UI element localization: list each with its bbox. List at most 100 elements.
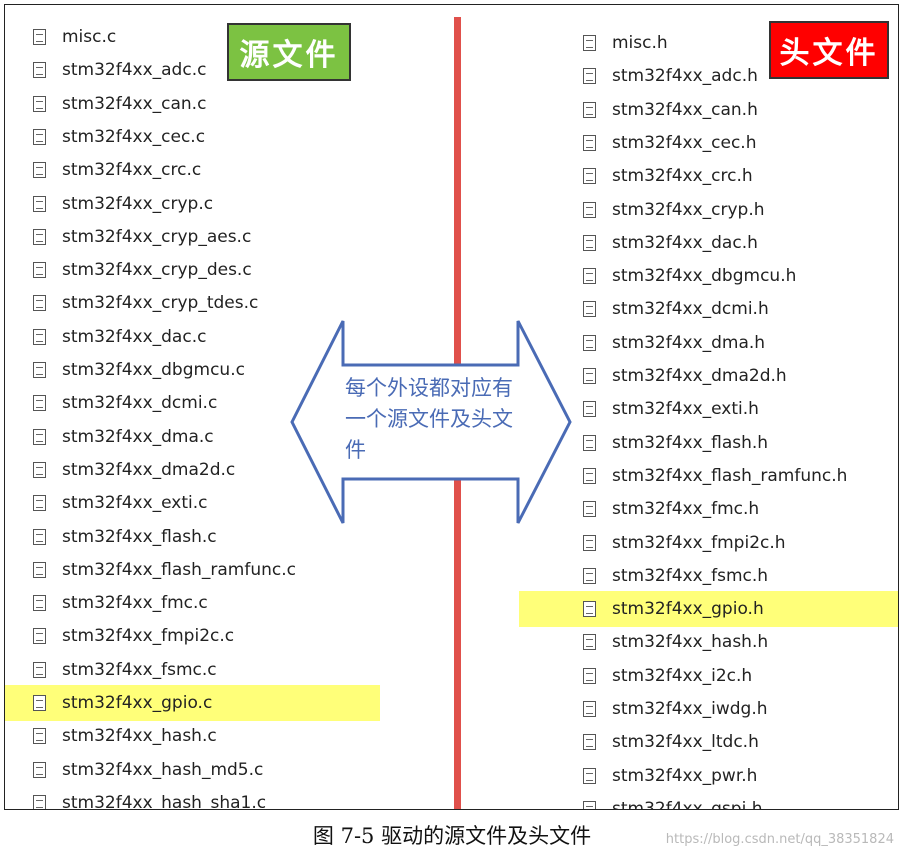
file-list-item[interactable]: stm32f4xx_hash.c (33, 722, 217, 750)
file-list-item[interactable]: stm32f4xx_adc.h (583, 62, 758, 90)
file-list-item[interactable]: stm32f4xx_can.c (33, 90, 206, 118)
file-icon (33, 262, 46, 279)
file-list-item[interactable]: stm32f4xx_flash_ramfunc.h (583, 462, 847, 490)
file-name: stm32f4xx_dcmi.c (62, 393, 218, 414)
file-icon (583, 501, 596, 518)
file-list-item[interactable]: stm32f4xx_ltdc.h (583, 728, 759, 756)
file-list-item[interactable]: stm32f4xx_dma2d.h (583, 362, 787, 390)
file-list-item[interactable]: stm32f4xx_hash_sha1.c (33, 789, 266, 809)
file-list-item[interactable]: stm32f4xx_fsmc.h (583, 562, 768, 590)
header-files-tag: 头文件 (769, 21, 889, 79)
file-list-item[interactable]: stm32f4xx_can.h (583, 96, 758, 124)
file-list-item[interactable]: stm32f4xx_fmpi2c.c (33, 622, 234, 650)
file-name: stm32f4xx_cryp.c (62, 193, 214, 214)
file-icon (583, 800, 596, 809)
file-icon (583, 201, 596, 218)
file-list-item[interactable]: stm32f4xx_dma2d.c (33, 456, 235, 484)
file-name: stm32f4xx_crc.h (612, 166, 753, 187)
file-name: misc.c (62, 27, 117, 47)
file-name: stm32f4xx_gpio.h (612, 599, 764, 620)
file-icon (583, 334, 596, 351)
file-name: stm32f4xx_dbgmcu.c (62, 360, 245, 380)
file-name: stm32f4xx_fmpi2c.h (612, 532, 786, 553)
file-icon (583, 734, 596, 751)
file-name: stm32f4xx_flash.c (62, 526, 217, 547)
file-list-item[interactable]: stm32f4xx_dcmi.h (583, 295, 769, 323)
file-list-item[interactable]: misc.c (33, 23, 116, 51)
file-list-item[interactable]: stm32f4xx_flash_ramfunc.c (33, 556, 296, 584)
file-name: stm32f4xx_can.c (62, 93, 207, 114)
file-name: stm32f4xx_hash.h (612, 632, 769, 653)
file-list-item[interactable]: stm32f4xx_cryp_aes.c (33, 223, 251, 251)
file-list-item[interactable]: stm32f4xx_dma.h (583, 329, 765, 357)
file-name: stm32f4xx_flash_ramfunc.h (612, 465, 848, 486)
file-list-item[interactable]: stm32f4xx_crc.c (33, 156, 201, 184)
file-list-item[interactable]: stm32f4xx_i2c.h (583, 662, 752, 690)
file-list-item[interactable]: stm32f4xx_cryp_tdes.c (33, 289, 258, 317)
file-list-item[interactable]: stm32f4xx_dac.h (583, 229, 758, 257)
file-list-item[interactable]: stm32f4xx_exti.h (583, 395, 759, 423)
file-list-item[interactable]: stm32f4xx_gpio.c (33, 689, 212, 717)
file-icon (33, 62, 46, 79)
file-name: stm32f4xx_fsmc.h (612, 565, 769, 586)
file-list-item[interactable]: stm32f4xx_qspi.h (583, 795, 762, 809)
file-name: stm32f4xx_exti.c (62, 493, 208, 514)
file-list-item[interactable]: stm32f4xx_flash.h (583, 429, 768, 457)
file-list-item[interactable]: stm32f4xx_cryp.h (583, 196, 765, 224)
file-icon (583, 401, 596, 418)
file-list-item[interactable]: stm32f4xx_cryp_des.c (33, 256, 252, 284)
file-list-item[interactable]: stm32f4xx_cryp.c (33, 190, 213, 218)
file-list-item[interactable]: stm32f4xx_pwr.h (583, 762, 757, 790)
file-name: stm32f4xx_can.h (612, 99, 758, 120)
file-list-item[interactable]: stm32f4xx_flash.c (33, 523, 217, 551)
file-list-item[interactable]: stm32f4xx_dbgmcu.h (583, 262, 796, 290)
file-list-item[interactable]: stm32f4xx_fmc.h (583, 495, 759, 523)
file-icon (33, 328, 46, 345)
file-icon (33, 128, 46, 145)
file-icon (33, 695, 46, 711)
file-icon (33, 29, 46, 45)
file-list-item[interactable]: misc.h (583, 29, 668, 57)
file-name: stm32f4xx_cryp_des.c (62, 260, 252, 281)
file-list-item[interactable]: stm32f4xx_fsmc.c (33, 656, 217, 684)
file-list-item[interactable]: stm32f4xx_hash.h (583, 628, 768, 656)
file-icon (33, 761, 46, 778)
file-list-item[interactable]: stm32f4xx_dbgmcu.c (33, 356, 245, 384)
file-icon (583, 368, 596, 384)
file-list-item[interactable]: stm32f4xx_dma.c (33, 423, 214, 451)
file-name: stm32f4xx_gpio.c (62, 693, 213, 713)
file-icon (583, 101, 596, 118)
file-list-item[interactable]: stm32f4xx_dcmi.c (33, 389, 217, 417)
file-name: misc.h (612, 33, 668, 53)
file-list-item[interactable]: stm32f4xx_exti.c (33, 489, 208, 517)
file-list-item[interactable]: stm32f4xx_dac.c (33, 323, 206, 351)
file-icon (583, 35, 596, 51)
file-icon (583, 601, 596, 618)
file-icon (583, 68, 596, 85)
file-icon (33, 661, 46, 678)
file-name: stm32f4xx_hash_md5.c (62, 759, 264, 780)
file-list-item[interactable]: stm32f4xx_crc.h (583, 162, 753, 190)
file-icon (33, 295, 46, 312)
file-name: stm32f4xx_dma.h (612, 332, 766, 353)
file-list-item[interactable]: stm32f4xx_hash_md5.c (33, 756, 263, 784)
file-name: stm32f4xx_fsmc.c (62, 659, 217, 680)
file-list-item[interactable]: stm32f4xx_fmc.c (33, 589, 208, 617)
file-name: stm32f4xx_fmpi2c.c (62, 626, 235, 647)
file-list-item[interactable]: stm32f4xx_gpio.h (583, 595, 764, 623)
file-icon (583, 168, 596, 185)
file-name: stm32f4xx_dbgmcu.h (612, 266, 797, 287)
file-name: stm32f4xx_cryp_tdes.c (62, 293, 259, 314)
file-name: stm32f4xx_fmc.h (612, 499, 760, 520)
file-icon (583, 667, 596, 684)
file-list-item[interactable]: stm32f4xx_cec.h (583, 129, 756, 157)
file-name: stm32f4xx_dcmi.h (612, 299, 769, 320)
file-list-item[interactable]: stm32f4xx_iwdg.h (583, 695, 768, 723)
figure-frame: misc.c stm32f4xx_adc.c stm32f4xx_can.c stm3… (4, 4, 899, 810)
file-list-item[interactable]: stm32f4xx_adc.c (33, 56, 206, 84)
file-icon (33, 162, 46, 179)
file-list-item[interactable]: stm32f4xx_cec.c (33, 123, 205, 151)
file-icon (33, 794, 46, 809)
file-icon (33, 461, 46, 478)
file-list-item[interactable]: stm32f4xx_fmpi2c.h (583, 529, 786, 557)
